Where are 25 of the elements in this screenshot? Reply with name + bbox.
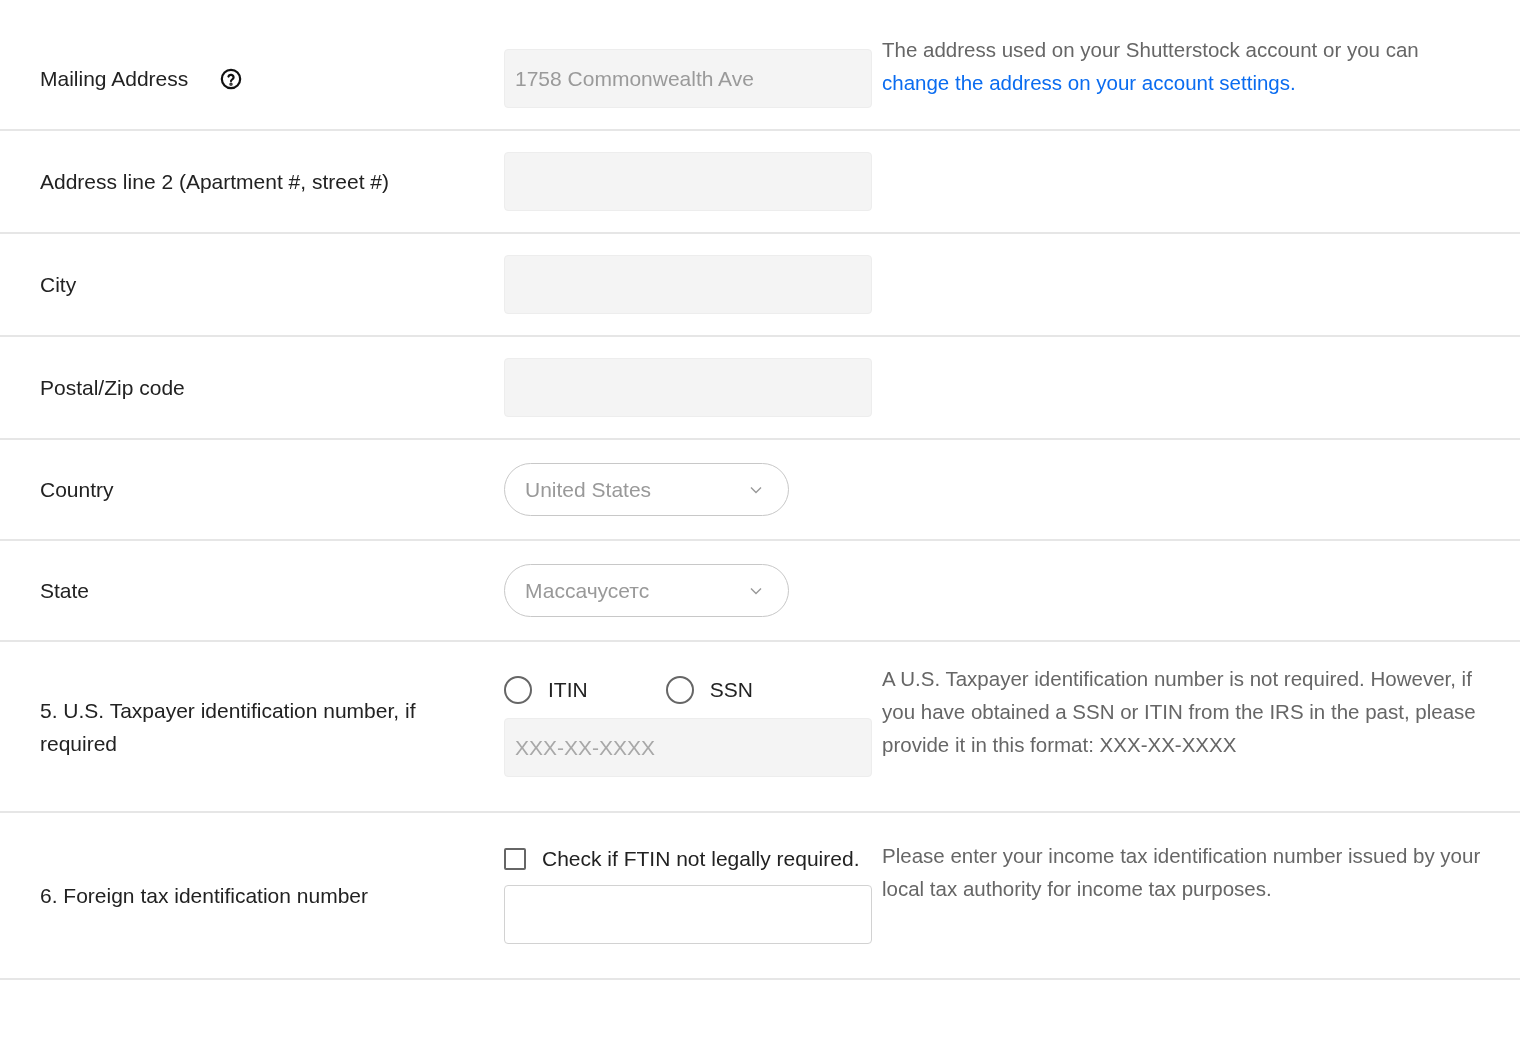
- field-label: 5. U.S. Taxpayer identification number, if required: [40, 697, 417, 757]
- field-label: Postal/Zip code: [40, 375, 186, 401]
- account-settings-link[interactable]: change the address on your account settings.: [882, 71, 1296, 94]
- dropdown[interactable]: Массачусетс: [504, 564, 789, 617]
- field-label: Country: [40, 477, 115, 503]
- help-icon[interactable]: [220, 67, 243, 90]
- radio-option[interactable]: SSN: [665, 676, 753, 704]
- field-label: Mailing Address: [40, 66, 190, 92]
- help-text: A U.S. Taxpayer identification number is not required. However, if you have obtained a SSN or ITIN from the IRS in the past, please provide it in this format: XXX-XX-XXXX: [882, 666, 1477, 758]
- chevron-down-icon: [750, 586, 762, 595]
- dropdown[interactable]: United States: [504, 463, 789, 516]
- field-label: State: [40, 578, 91, 604]
- help-text: Please enter your income tax identification number issued by your local tax authority for income tax purposes.: [882, 843, 1482, 902]
- radio-icon[interactable]: [665, 676, 694, 704]
- field-label: 6. Foreign tax identification number: [40, 883, 369, 909]
- field-label: Address line 2 (Apartment #, street #): [40, 169, 390, 195]
- input-field[interactable]: [504, 885, 872, 944]
- radio-label: ITIN: [548, 678, 588, 702]
- radio-label: SSN: [709, 678, 753, 702]
- radio-icon[interactable]: [504, 676, 532, 704]
- field-label: City: [40, 272, 78, 298]
- radio-option[interactable]: ITIN: [504, 676, 588, 704]
- chevron-down-icon: [750, 485, 762, 494]
- checkbox[interactable]: [504, 848, 526, 870]
- help-text: The address used on your Shutterstock account or you can change the address on your account settings.: [882, 37, 1420, 96]
